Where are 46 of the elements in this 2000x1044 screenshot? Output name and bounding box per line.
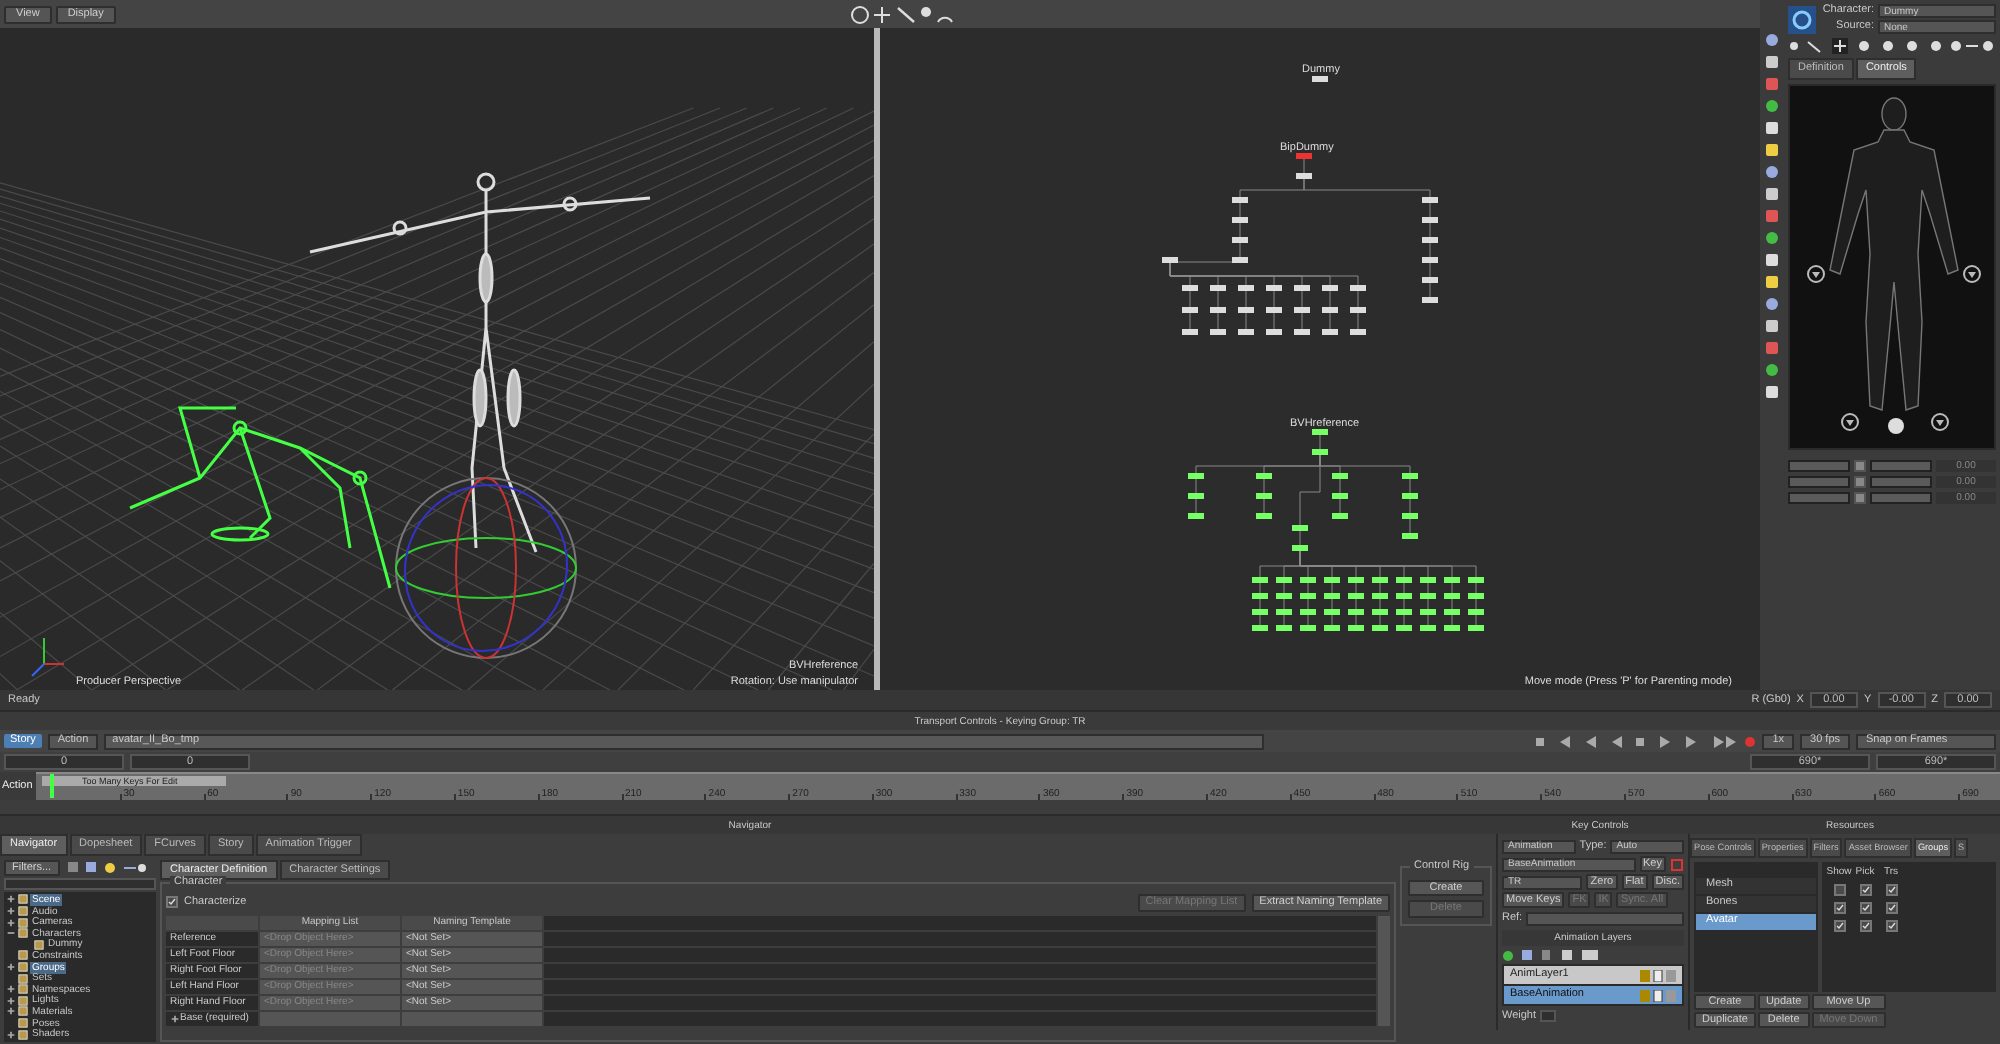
checkbox[interactable] [1885,883,1897,895]
control-handle-icon[interactable] [1807,264,1825,283]
expand-icon[interactable] [6,995,16,1006]
expand-icon[interactable] [6,962,16,973]
character-logo-icon [1788,5,1816,33]
expand-icon[interactable] [6,906,16,917]
slider-track[interactable] [1870,460,1932,473]
table-cell[interactable] [260,1011,400,1026]
weight-field[interactable] [1540,1010,1557,1022]
checkbox[interactable] [1859,901,1871,913]
slider-track[interactable] [1788,460,1850,473]
checkbox[interactable] [1859,919,1871,931]
navigator-toolbar-icon[interactable] [65,860,146,875]
expand-icon[interactable] [6,1006,16,1017]
checkbox[interactable] [1833,883,1845,895]
expand-icon[interactable] [6,917,16,928]
control-handle-icon[interactable] [1963,264,1981,283]
node-icon [34,939,44,950]
control-handle-icon[interactable] [1841,412,1859,431]
pose-toolbar-icon[interactable] [1788,38,1996,54]
collapse-icon[interactable] [6,928,16,939]
axis-icon [31,637,65,677]
search-field[interactable] [4,878,156,891]
expand-icon[interactable] [6,1029,16,1040]
slider-track[interactable] [1788,492,1850,505]
checkbox[interactable] [1859,883,1871,895]
playback-controls-icon[interactable] [1536,733,1757,749]
checkbox[interactable] [166,896,178,909]
expand-icon[interactable] [170,1013,180,1024]
checkbox[interactable] [1833,901,1845,913]
slider-track[interactable] [1788,476,1850,489]
manipulator-toolbar-icon[interactable] [849,3,954,25]
expand-icon[interactable] [6,894,16,905]
scrollbar[interactable] [1378,915,1390,1026]
slider-track[interactable] [1870,476,1932,489]
checkbox[interactable] [1885,919,1897,931]
control-handle-icon[interactable] [1931,412,1949,431]
table-cell[interactable] [402,1011,542,1026]
expand-icon[interactable] [6,984,16,995]
slider-track[interactable] [1870,492,1932,505]
schematic-node[interactable] [1312,76,1328,82]
column-header [166,915,258,930]
layer-toggles-icon[interactable] [1640,969,1676,981]
checkbox[interactable] [1833,919,1845,931]
checkbox[interactable] [1885,901,1897,913]
layer-toggles-icon[interactable] [1640,989,1676,1001]
